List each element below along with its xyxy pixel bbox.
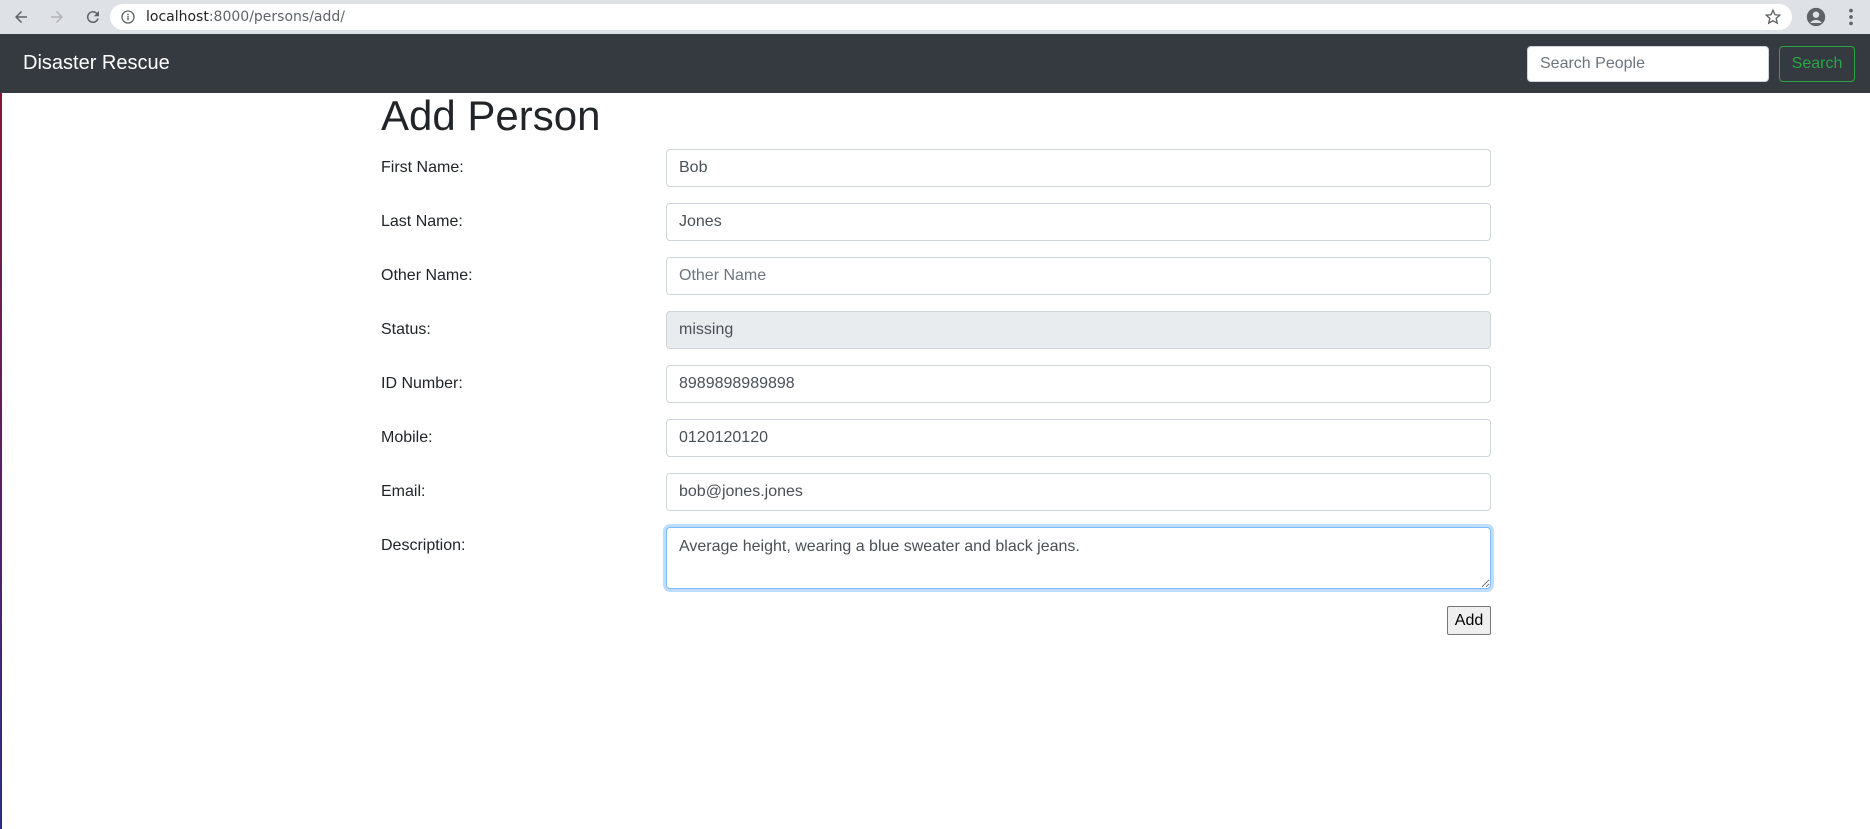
app-navbar: Disaster Rescue Search bbox=[0, 34, 1870, 93]
status-row: Status: bbox=[381, 311, 1491, 349]
email-row: Email: bbox=[381, 473, 1491, 511]
email-field[interactable] bbox=[666, 473, 1491, 511]
description-row: Description: Average height, wearing a b… bbox=[381, 527, 1491, 589]
add-button[interactable]: Add bbox=[1447, 606, 1491, 635]
forward-icon[interactable] bbox=[42, 2, 72, 32]
id-number-field[interactable] bbox=[666, 365, 1491, 403]
id-number-label: ID Number: bbox=[381, 375, 463, 392]
search-input[interactable] bbox=[1527, 46, 1769, 82]
mobile-field[interactable] bbox=[666, 419, 1491, 457]
url-text: localhost:8000/persons/add/ bbox=[146, 9, 345, 25]
first-name-row: First Name: bbox=[381, 149, 1491, 187]
last-name-label: Last Name: bbox=[381, 213, 463, 230]
browser-toolbar: localhost:8000/persons/add/ bbox=[0, 0, 1870, 34]
other-name-row: Other Name: bbox=[381, 257, 1491, 295]
last-name-field[interactable] bbox=[666, 203, 1491, 241]
address-bar[interactable]: localhost:8000/persons/add/ bbox=[110, 4, 1792, 30]
back-icon[interactable] bbox=[6, 2, 36, 32]
left-edge-accent bbox=[0, 93, 2, 829]
brand-link[interactable]: Disaster Rescue bbox=[23, 52, 170, 75]
last-name-row: Last Name: bbox=[381, 203, 1491, 241]
mobile-label: Mobile: bbox=[381, 429, 433, 446]
mobile-row: Mobile: bbox=[381, 419, 1491, 457]
info-icon[interactable] bbox=[120, 9, 136, 25]
search-button[interactable]: Search bbox=[1779, 46, 1855, 82]
menu-kebab-icon[interactable] bbox=[1840, 6, 1862, 28]
status-label: Status: bbox=[381, 321, 431, 338]
reload-icon[interactable] bbox=[78, 2, 108, 32]
first-name-label: First Name: bbox=[381, 159, 464, 176]
account-icon[interactable] bbox=[1805, 6, 1827, 28]
bookmark-star-icon[interactable] bbox=[1764, 8, 1782, 26]
email-label: Email: bbox=[381, 483, 426, 500]
id-number-row: ID Number: bbox=[381, 365, 1491, 403]
status-field[interactable] bbox=[666, 311, 1491, 349]
description-field[interactable]: Average height, wearing a blue sweater a… bbox=[666, 527, 1491, 589]
page-title: Add Person bbox=[381, 92, 601, 139]
other-name-field[interactable] bbox=[666, 257, 1491, 295]
description-label: Description: bbox=[381, 537, 466, 554]
first-name-field[interactable] bbox=[666, 149, 1491, 187]
other-name-label: Other Name: bbox=[381, 267, 473, 284]
